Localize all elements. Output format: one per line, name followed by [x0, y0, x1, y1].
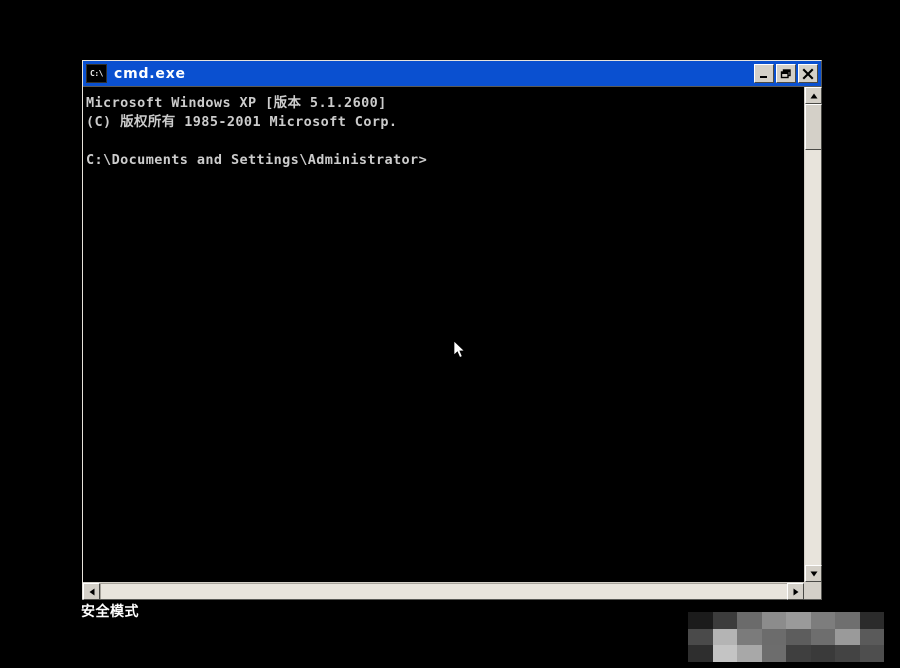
console-main-row: Microsoft Windows XP [版本 5.1.2600] (C) 版…: [83, 87, 822, 582]
mosaic-cell: [688, 645, 713, 662]
console-cmd-icon[interactable]: C:\: [86, 64, 107, 83]
close-button[interactable]: [798, 64, 818, 83]
console-text-output[interactable]: Microsoft Windows XP [版本 5.1.2600] (C) 版…: [83, 87, 804, 582]
scrollbar-corner: [804, 583, 821, 599]
window-title: cmd.exe: [114, 65, 186, 82]
mosaic-row: [688, 628, 884, 646]
horizontal-scrollbar[interactable]: [83, 582, 821, 600]
scroll-down-button[interactable]: [805, 565, 822, 582]
horizontal-scrollbar-track[interactable]: [100, 583, 787, 599]
mosaic-cell: [737, 645, 762, 662]
mosaic-cell: [835, 645, 860, 662]
window-titlebar[interactable]: C:\ cmd.exe: [83, 61, 821, 86]
mosaic-cell: [761, 628, 786, 646]
scroll-right-button[interactable]: [787, 583, 804, 600]
mosaic-cell: [761, 645, 786, 662]
scroll-left-button[interactable]: [83, 583, 100, 600]
mosaic-cell: [859, 645, 884, 662]
mosaic-cell: [712, 645, 737, 662]
vertical-scrollbar[interactable]: [804, 87, 822, 582]
cmd-console-window[interactable]: C:\ cmd.exe Microsoft Windows XP [版本 5.1…: [82, 60, 822, 600]
scroll-left-arrow-icon: [89, 588, 94, 595]
mosaic-cell: [810, 628, 835, 646]
console-line: Microsoft Windows XP [版本 5.1.2600]: [86, 95, 387, 111]
mosaic-cell: [810, 612, 835, 629]
mosaic-cell: [810, 645, 835, 662]
console-prompt-line: C:\Documents and Settings\Administrator>: [86, 152, 428, 168]
mosaic-cell: [712, 612, 737, 629]
mosaic-row: [688, 612, 884, 629]
scroll-right-arrow-icon: [793, 588, 798, 595]
console-body: Microsoft Windows XP [版本 5.1.2600] (C) 版…: [83, 86, 822, 600]
vertical-scrollbar-thumb[interactable]: [805, 104, 822, 150]
restore-icon: [780, 68, 791, 78]
scroll-down-arrow-icon: [810, 571, 817, 576]
mosaic-cell: [737, 628, 762, 646]
close-icon: [802, 68, 814, 79]
desktop-background: C:\ cmd.exe Microsoft Windows XP [版本 5.1…: [0, 0, 900, 668]
censored-watermark: [688, 612, 884, 662]
mosaic-cell: [835, 628, 860, 646]
console-icon-glyph: C:\: [90, 68, 103, 78]
mosaic-cell: [786, 628, 811, 646]
console-line: (C) 版权所有 1985-2001 Microsoft Corp.: [86, 114, 398, 130]
mosaic-cell: [688, 612, 713, 629]
mosaic-cell: [859, 612, 884, 629]
mosaic-row: [688, 645, 884, 662]
mosaic-cell: [761, 612, 786, 629]
mosaic-cell: [786, 645, 811, 662]
scroll-up-arrow-icon: [810, 93, 817, 98]
mosaic-cell: [786, 612, 811, 629]
minimize-button[interactable]: [754, 64, 774, 83]
window-controls: [754, 64, 819, 83]
mosaic-cell: [712, 628, 737, 646]
mosaic-cell: [859, 628, 884, 646]
vertical-scrollbar-track[interactable]: [805, 104, 822, 565]
safe-mode-watermark: 安全模式: [81, 604, 139, 620]
restore-button[interactable]: [776, 64, 796, 83]
mosaic-cell: [737, 612, 762, 629]
mosaic-cell: [688, 628, 713, 646]
scroll-up-button[interactable]: [805, 87, 822, 104]
minimize-icon: [760, 75, 767, 78]
mosaic-cell: [835, 612, 860, 629]
